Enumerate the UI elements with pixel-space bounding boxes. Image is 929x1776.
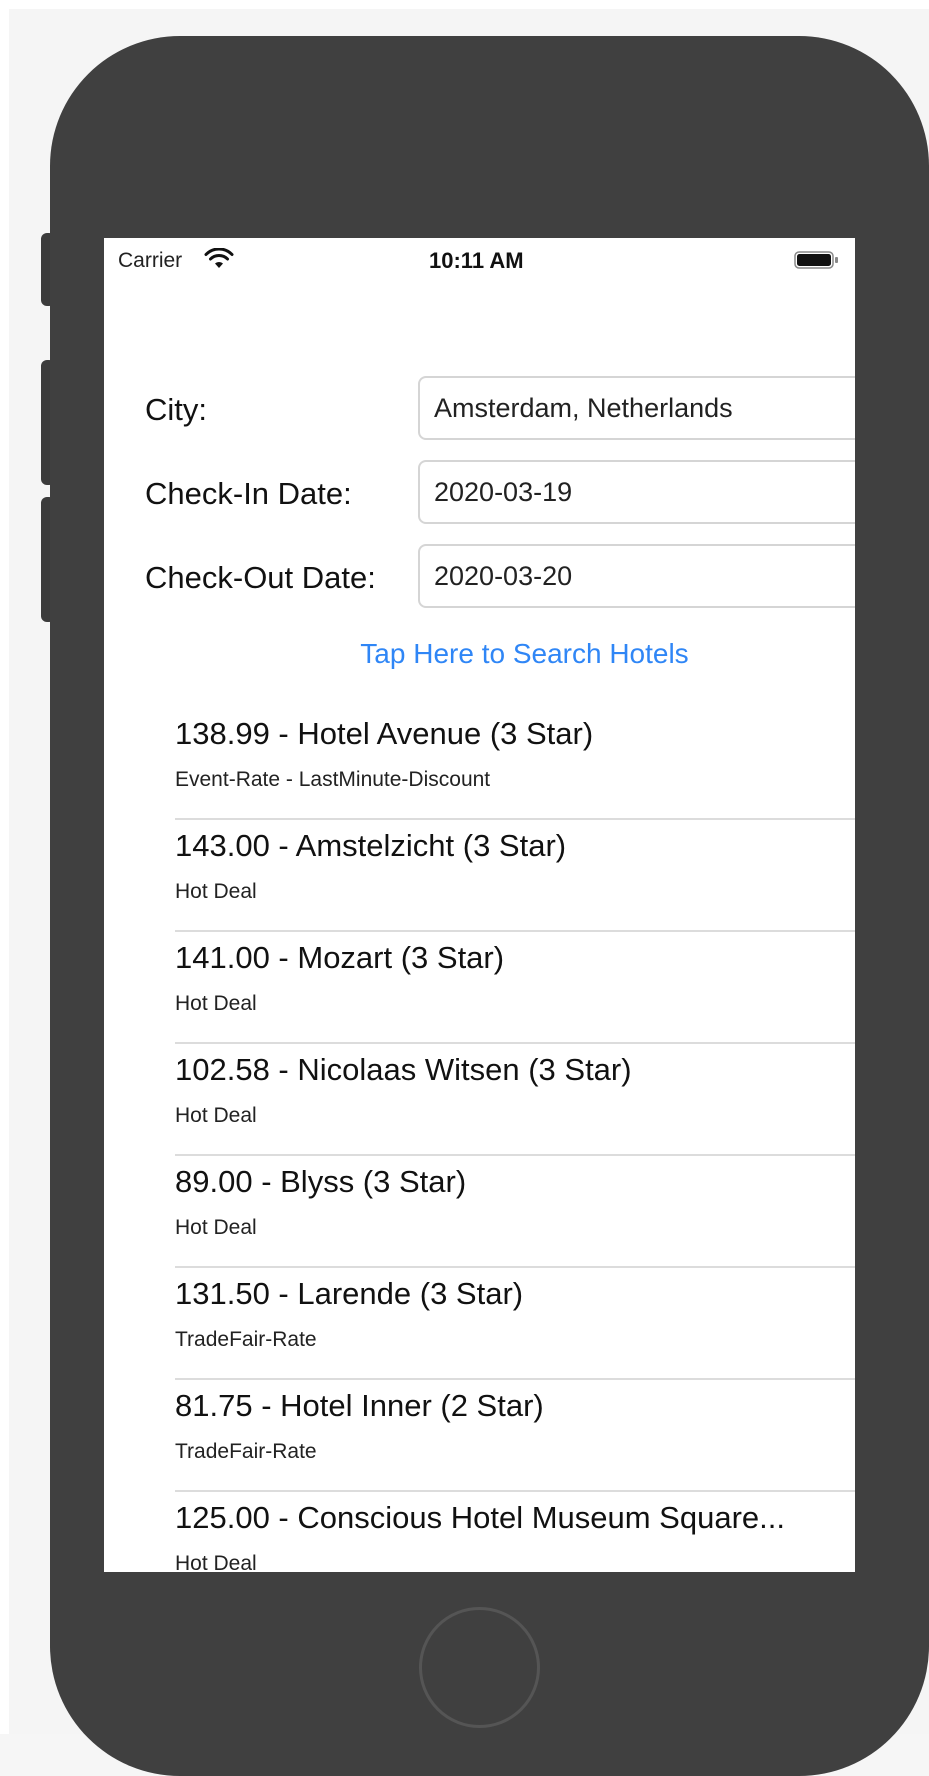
list-item[interactable]: 131.50 - Larende (3 Star) TradeFair-Rate [104, 1268, 855, 1380]
hotel-title: 89.00 - Blyss (3 Star) [175, 1164, 467, 1199]
hotel-rate-type: TradeFair-Rate [175, 1440, 317, 1463]
wifi-icon [204, 248, 234, 268]
hotel-list: 138.99 - Hotel Avenue (3 Star) Event-Rat… [104, 708, 855, 1572]
hotel-rate-type: Hot Deal [175, 880, 257, 903]
checkin-date-label: Check-In Date: [145, 476, 352, 511]
list-item[interactable]: 141.00 - Mozart (3 Star) Hot Deal [104, 932, 855, 1044]
checkin-date-input[interactable] [418, 460, 855, 524]
hotel-rate-type: Hot Deal [175, 1552, 257, 1572]
home-button[interactable] [419, 1607, 540, 1728]
status-time: 10:11 AM [429, 248, 524, 273]
hotel-rate-type: Hot Deal [175, 1216, 257, 1239]
city-input[interactable] [418, 376, 855, 440]
list-item[interactable]: 138.99 - Hotel Avenue (3 Star) Event-Rat… [104, 708, 855, 820]
status-bar: Carrier 10:11 AM [104, 238, 855, 278]
hotel-title: 141.00 - Mozart (3 Star) [175, 940, 505, 975]
list-item[interactable]: 89.00 - Blyss (3 Star) Hot Deal [104, 1156, 855, 1268]
hotel-rate-type: Event-Rate - LastMinute-Discount [175, 768, 491, 791]
hotel-title: 143.00 - Amstelzicht (3 Star) [175, 828, 567, 863]
carrier-label: Carrier [118, 249, 183, 272]
list-item[interactable]: 102.58 - Nicolaas Witsen (3 Star) Hot De… [104, 1044, 855, 1156]
hotel-title: 102.58 - Nicolaas Witsen (3 Star) [175, 1052, 632, 1087]
list-item[interactable]: 143.00 - Amstelzicht (3 Star) Hot Deal [104, 820, 855, 932]
battery-icon [794, 251, 838, 269]
list-item[interactable]: 125.00 - Conscious Hotel Museum Square..… [104, 1492, 855, 1572]
city-label: City: [145, 392, 207, 427]
checkout-date-label: Check-Out Date: [145, 560, 376, 595]
search-hotels-button[interactable]: Tap Here to Search Hotels [104, 638, 855, 670]
hotel-rate-type: TradeFair-Rate [175, 1328, 317, 1351]
phone-screen: Carrier 10:11 AM City: Check-In Date: Ch… [104, 238, 855, 1572]
hotel-rate-type: Hot Deal [175, 992, 257, 1015]
hotel-title: 125.00 - Conscious Hotel Museum Square..… [175, 1500, 785, 1535]
hotel-title: 81.75 - Hotel Inner (2 Star) [175, 1388, 544, 1423]
hotel-title: 131.50 - Larende (3 Star) [175, 1276, 524, 1311]
hotel-rate-type: Hot Deal [175, 1104, 257, 1127]
list-item[interactable]: 81.75 - Hotel Inner (2 Star) TradeFair-R… [104, 1380, 855, 1492]
hotel-title: 138.99 - Hotel Avenue (3 Star) [175, 716, 594, 751]
checkout-date-input[interactable] [418, 544, 855, 608]
